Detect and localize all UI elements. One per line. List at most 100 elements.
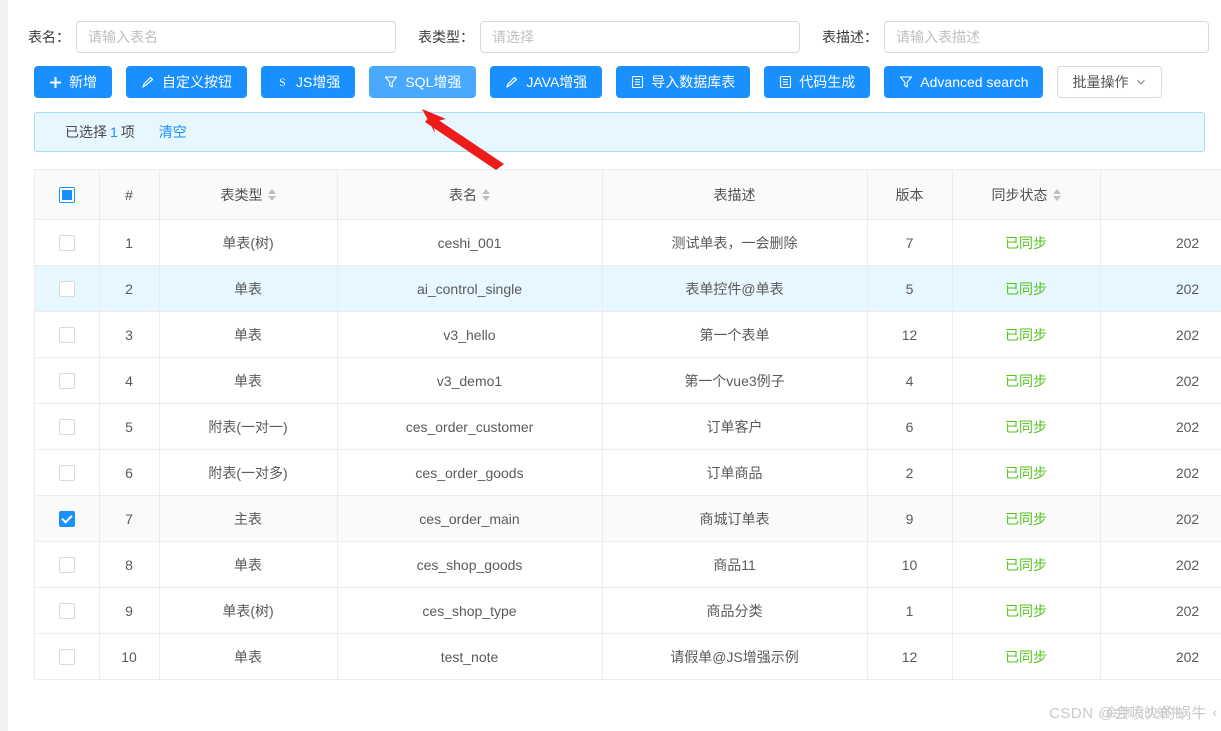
row-index: 6 bbox=[99, 449, 160, 496]
column-label-table-name: 表名 bbox=[449, 186, 477, 203]
row-index: 1 bbox=[99, 219, 160, 266]
sort-icon-sync-status[interactable] bbox=[1052, 188, 1061, 201]
label-table-name: 表名： bbox=[28, 29, 70, 45]
row-checkbox[interactable] bbox=[58, 649, 75, 666]
search-input-table-name[interactable] bbox=[76, 21, 396, 53]
row-sync-status: 已同步 bbox=[952, 403, 1101, 450]
row-sync-status: 已同步 bbox=[952, 495, 1101, 542]
filter-icon bbox=[899, 75, 913, 89]
row-date: 202 bbox=[1100, 219, 1221, 266]
label-table-type: 表类型： bbox=[418, 29, 474, 45]
row-checkbox[interactable] bbox=[58, 235, 75, 252]
row-sync-status: 已同步 bbox=[952, 541, 1101, 588]
advanced-search-button[interactable]: Advanced search bbox=[884, 66, 1044, 98]
sort-icon-table-name[interactable] bbox=[482, 188, 490, 201]
svg-text:S: S bbox=[279, 75, 286, 89]
table-row[interactable]: 10 单表 test_note 请假单@JS增强示例 12 已同步 202 bbox=[35, 633, 1221, 680]
row-table-type: 单表(树) bbox=[159, 587, 338, 634]
database-icon bbox=[631, 75, 644, 89]
row-sync-status: 已同步 bbox=[952, 265, 1101, 312]
row-table-name: ces_order_customer bbox=[337, 403, 603, 450]
row-table-name: v3_demo1 bbox=[337, 357, 603, 404]
row-checkbox[interactable] bbox=[58, 511, 75, 528]
table-row[interactable]: 6 附表(一对多) ces_order_goods 订单商品 2 已同步 202 bbox=[35, 449, 1221, 496]
row-index: 3 bbox=[99, 311, 160, 358]
table-row[interactable]: 7 主表 ces_order_main 商城订单表 9 已同步 202 bbox=[35, 495, 1221, 542]
sql-enhance-button[interactable]: SQL增强 bbox=[369, 66, 477, 98]
row-table-desc: 订单客户 bbox=[602, 403, 868, 450]
table-row[interactable]: 1 单表(树) ceshi_001 测试单表，一会删除 7 已同步 202 bbox=[35, 219, 1221, 266]
clear-selection-link[interactable]: 清空 bbox=[159, 122, 187, 142]
table-header-row: # 表类型 表名 表描述 版本 同步状态 bbox=[35, 169, 1221, 220]
select-all-checkbox[interactable] bbox=[58, 187, 75, 204]
row-table-desc: 表单控件@单表 bbox=[602, 265, 868, 312]
row-sync-status: 已同步 bbox=[952, 449, 1101, 496]
column-header-sync-status[interactable]: 同步状态 bbox=[952, 169, 1101, 220]
data-table: # 表类型 表名 表描述 版本 同步状态 1 单表(树) ceshi_001 测… bbox=[35, 169, 1221, 680]
search-select-table-type[interactable]: 请选择 bbox=[480, 21, 800, 53]
select-placeholder-table-type: 请选择 bbox=[492, 29, 534, 45]
table-row[interactable]: 4 单表 v3_demo1 第一个vue3例子 4 已同步 202 bbox=[35, 357, 1221, 404]
selection-count: 1 bbox=[110, 124, 118, 140]
row-checkbox[interactable] bbox=[58, 373, 75, 390]
row-checkbox[interactable] bbox=[58, 327, 75, 344]
row-checkbox[interactable] bbox=[58, 281, 75, 298]
row-table-desc: 测试单表，一会删除 bbox=[602, 219, 868, 266]
table-row[interactable]: 3 单表 v3_hello 第一个表单 12 已同步 202 bbox=[35, 311, 1221, 358]
row-index: 4 bbox=[99, 357, 160, 404]
row-index: 7 bbox=[99, 495, 160, 542]
add-button[interactable]: 新增 bbox=[34, 66, 112, 98]
column-header-index: # bbox=[99, 169, 160, 220]
s-icon: S bbox=[276, 75, 289, 89]
row-sync-status: 已同步 bbox=[952, 587, 1101, 634]
row-table-name: ai_control_single bbox=[337, 265, 603, 312]
column-header-table-type[interactable]: 表类型 bbox=[159, 169, 338, 220]
row-checkbox-cell bbox=[35, 587, 100, 634]
row-table-desc: 请假单@JS增强示例 bbox=[602, 633, 868, 680]
row-checkbox[interactable] bbox=[58, 557, 75, 574]
label-table-desc: 表描述： bbox=[822, 29, 878, 45]
batch-operation-dropdown[interactable]: 批量操作 bbox=[1057, 66, 1163, 98]
row-date: 202 bbox=[1100, 633, 1221, 680]
custom-button-label: 自定义按钮 bbox=[162, 74, 232, 90]
plus-icon bbox=[49, 76, 62, 89]
sort-icon-table-type[interactable] bbox=[267, 188, 276, 201]
data-table-wrapper: # 表类型 表名 表描述 版本 同步状态 1 单表(树) ceshi_001 测… bbox=[34, 169, 1221, 680]
row-checkbox-cell bbox=[35, 449, 100, 496]
table-row[interactable]: 2 单表 ai_control_single 表单控件@单表 5 已同步 202 bbox=[35, 265, 1221, 312]
row-table-desc: 商品11 bbox=[602, 541, 868, 588]
row-sync-status: 已同步 bbox=[952, 633, 1101, 680]
row-checkbox-cell bbox=[35, 265, 100, 312]
import-db-table-button[interactable]: 导入数据库表 bbox=[616, 66, 751, 98]
row-table-type: 单表 bbox=[159, 357, 338, 404]
selection-prefix: 已选择 bbox=[65, 124, 107, 140]
row-checkbox[interactable] bbox=[58, 419, 75, 436]
row-date: 202 bbox=[1100, 449, 1221, 496]
column-label-index: # bbox=[125, 186, 133, 203]
code-generate-button[interactable]: 代码生成 bbox=[764, 66, 871, 98]
js-enhance-button[interactable]: S JS增强 bbox=[261, 66, 356, 98]
search-input-table-desc[interactable] bbox=[884, 21, 1209, 53]
column-label-table-desc: 表描述 bbox=[713, 186, 756, 203]
custom-button[interactable]: 自定义按钮 bbox=[126, 66, 247, 98]
column-header-table-name[interactable]: 表名 bbox=[337, 169, 603, 220]
row-version: 4 bbox=[867, 357, 953, 404]
table-row[interactable]: 8 单表 ces_shop_goods 商品11 10 已同步 202 bbox=[35, 541, 1221, 588]
row-table-name: v3_hello bbox=[337, 311, 603, 358]
row-date: 202 bbox=[1100, 495, 1221, 542]
java-enhance-button[interactable]: JAVA增强 bbox=[490, 66, 603, 98]
row-checkbox[interactable] bbox=[58, 603, 75, 620]
table-row[interactable]: 9 单表(树) ces_shop_type 商品分类 1 已同步 202 bbox=[35, 587, 1221, 634]
select-all-header bbox=[35, 169, 100, 220]
row-table-type: 单表(树) bbox=[159, 219, 338, 266]
row-table-name: ces_shop_goods bbox=[337, 541, 603, 588]
row-table-type: 附表(一对一) bbox=[159, 403, 338, 450]
row-version: 1 bbox=[867, 587, 953, 634]
row-table-name: test_note bbox=[337, 633, 603, 680]
row-table-name: ces_shop_type bbox=[337, 587, 603, 634]
column-header-table-desc: 表描述 bbox=[602, 169, 868, 220]
table-row[interactable]: 5 附表(一对一) ces_order_customer 订单客户 6 已同步 202 bbox=[35, 403, 1221, 450]
code-generate-button-label: 代码生成 bbox=[799, 74, 856, 90]
import-db-table-button-label: 导入数据库表 bbox=[651, 74, 736, 90]
row-checkbox[interactable] bbox=[58, 465, 75, 482]
